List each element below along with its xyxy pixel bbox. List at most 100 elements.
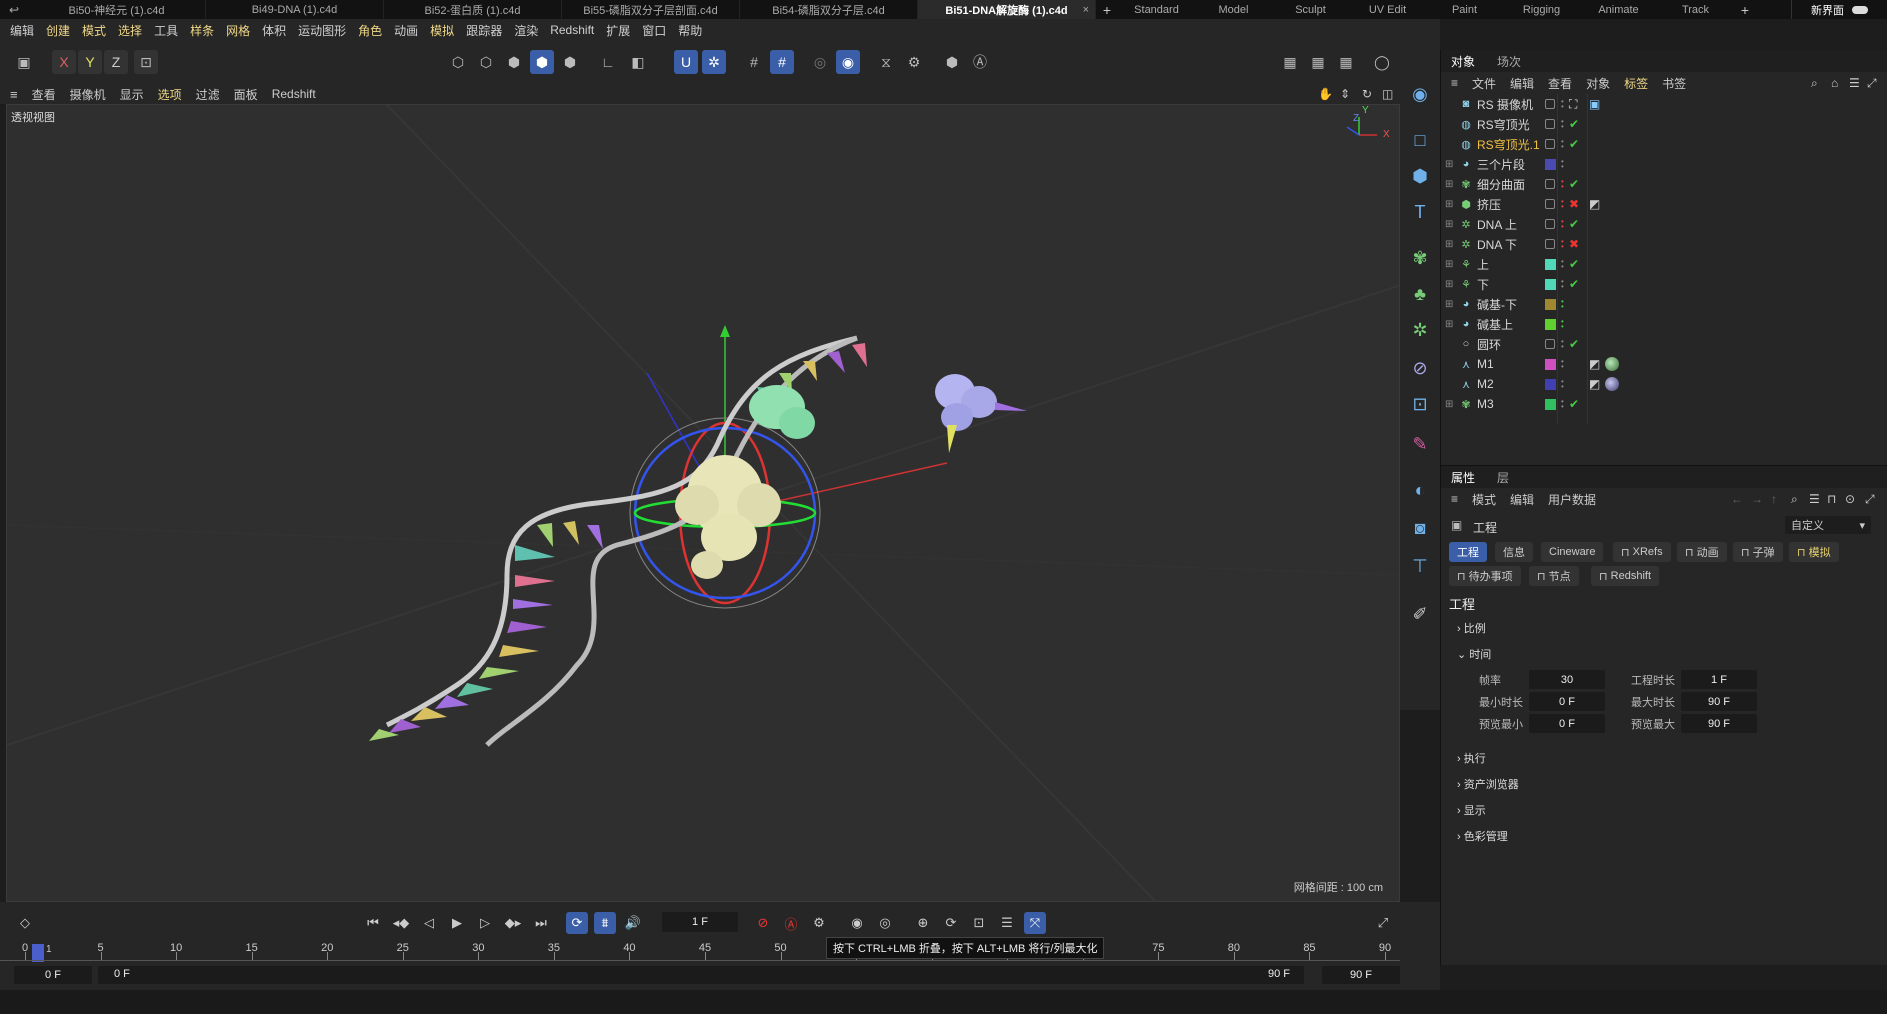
cube-icon[interactable]: ⬢ (1406, 162, 1434, 190)
render-active-icon[interactable]: ▦ (1278, 50, 1302, 74)
layer-color-swatch[interactable] (1545, 298, 1556, 310)
lock-icon[interactable]: ⊓ (1827, 492, 1836, 506)
layout-animate[interactable]: Animate (1580, 0, 1657, 19)
editor-visibility-icon[interactable] (1545, 99, 1555, 109)
vp-menu-options[interactable]: 选项 (158, 86, 182, 103)
tab-bullet[interactable]: ⊓ 子弹 (1733, 542, 1783, 562)
tab-bi49[interactable]: Bi49-DNA (1).c4d (206, 0, 384, 19)
layout-rigging[interactable]: Rigging (1503, 0, 1580, 19)
object-row-base-upper[interactable]: ⊞ ◕ 碱基上 • • (1441, 314, 1887, 334)
symmetry-icon[interactable]: ⧖ (874, 50, 898, 74)
tab-bi55[interactable]: Bi55-磷脂双分子层剖面.c4d (562, 0, 740, 19)
snap-magnet-icon[interactable]: U (674, 50, 698, 74)
section-scale[interactable]: › 比例 (1457, 620, 1486, 636)
model-mode-icon[interactable]: ⬢ (530, 50, 554, 74)
tab-xrefs[interactable]: ⊓ XRefs (1613, 542, 1671, 562)
visibility-dots-icon[interactable]: • • (1561, 318, 1565, 331)
layer-color-swatch[interactable] (1545, 398, 1556, 410)
frame-ruler[interactable]: 051015202530354045505560657075808590 (22, 942, 1391, 962)
object-row-dna-lower[interactable]: ⊞ ✲ DNA 下 • • ✖ (1441, 234, 1887, 254)
menu-simulate[interactable]: 模拟 (430, 22, 454, 39)
object-row-base-lower[interactable]: ⊞ ◕ 碱基-下 • • (1441, 294, 1887, 314)
dolly-icon[interactable]: ⇕ (1340, 87, 1350, 101)
text-icon[interactable]: T (1406, 198, 1434, 226)
menu-render[interactable]: 渲染 (514, 22, 538, 39)
axis-z-button[interactable]: Z (104, 50, 128, 74)
axis-mode-icon[interactable]: ∟ (596, 50, 620, 74)
field-icon[interactable]: ⊡ (1406, 390, 1434, 418)
new-ui-button[interactable]: 新界面 (1791, 0, 1887, 19)
object-row-rs-camera[interactable]: ◙ RS 摄像机 • • ⛶ ▣ (1441, 94, 1887, 114)
autokey-icon[interactable]: Ⓐ (780, 912, 802, 934)
editor-visibility-icon[interactable] (1545, 219, 1555, 229)
visibility-dots-icon[interactable]: • • (1561, 198, 1565, 211)
expand-toggle-icon[interactable]: ⊞ (1445, 239, 1455, 250)
cube-outline-icon[interactable]: □ (1406, 126, 1434, 154)
add-layout-button[interactable]: + (1734, 0, 1756, 19)
cloner-icon[interactable]: ✾ (1406, 244, 1434, 272)
home-icon[interactable]: ⌂ (1831, 76, 1838, 90)
layer-color-swatch[interactable] (1545, 158, 1556, 170)
menu-spline[interactable]: 样条 (190, 22, 214, 39)
layer-color-swatch[interactable] (1545, 258, 1556, 270)
menu-help[interactable]: 帮助 (678, 22, 702, 39)
menu-window[interactable]: 窗口 (642, 22, 666, 39)
tab-redshift[interactable]: ⊓ Redshift (1591, 566, 1659, 586)
back-arrow-icon[interactable]: ← (1731, 492, 1743, 506)
grid-icon[interactable]: # (742, 50, 766, 74)
auto-icon[interactable]: Ⓐ (968, 50, 992, 74)
camera-icon[interactable]: ◙ (1406, 514, 1434, 542)
editor-visibility-icon[interactable] (1545, 179, 1555, 189)
back-icon[interactable]: ↩ (0, 0, 28, 19)
prev-frame-icon[interactable]: ◁ (418, 912, 440, 934)
tab-bi52[interactable]: Bi52-蛋白质 (1).c4d (384, 0, 562, 19)
visibility-dots-icon[interactable]: • • (1561, 298, 1565, 311)
toggle-icon[interactable] (1852, 5, 1868, 14)
editor-visibility-icon[interactable] (1545, 199, 1555, 209)
menu-animate[interactable]: 动画 (394, 22, 418, 39)
section-time[interactable]: ⌄ 时间 (1457, 646, 1491, 662)
layout-track[interactable]: Track (1657, 0, 1734, 19)
material-tag-icon[interactable] (1605, 357, 1619, 371)
render-settings-icon[interactable]: ▦ (1334, 50, 1358, 74)
key-settings-icon[interactable]: ⚙ (808, 912, 830, 934)
light-icon[interactable]: ◐ (1406, 476, 1434, 504)
key-lock-icon[interactable]: ◉ (846, 912, 868, 934)
search-icon[interactable]: ⌕ (1811, 76, 1818, 91)
enabled-check-icon[interactable]: ✔ (1569, 397, 1579, 411)
sound-icon[interactable]: 🔊 (622, 912, 644, 934)
hamburger-icon[interactable]: ≡ (1451, 492, 1458, 506)
layout-model[interactable]: Model (1195, 0, 1272, 19)
maximize-view-icon[interactable]: ◫ (1382, 87, 1393, 101)
up-arrow-icon[interactable]: ↑ (1771, 492, 1777, 506)
texture-mode-icon[interactable]: ◧ (626, 50, 650, 74)
project-time-input[interactable]: 1 F (1681, 670, 1757, 689)
visibility-dots-icon[interactable]: • • (1561, 158, 1565, 171)
expand-toggle-icon[interactable]: ⊞ (1445, 259, 1455, 270)
object-row-ring[interactable]: ○ 圆环 • • ✔ (1441, 334, 1887, 354)
range-slider[interactable]: 0 F 90 F (98, 966, 1304, 984)
enabled-check-icon[interactable]: ✔ (1569, 217, 1579, 231)
object-row-m1[interactable]: ⋏ M1 • • ◩ (1441, 354, 1887, 374)
start-frame-field[interactable]: 0 F (14, 966, 92, 984)
workplane-icon[interactable]: # (770, 50, 794, 74)
expand-panel-icon[interactable]: ⤢ (1865, 492, 1875, 507)
hamburger-icon[interactable]: ≡ (10, 87, 18, 102)
expand-toggle-icon[interactable]: ⊞ (1445, 219, 1455, 230)
enabled-check-icon[interactable]: ✔ (1569, 117, 1579, 131)
symmetry-settings-icon[interactable]: ⚙ (902, 50, 926, 74)
vp-menu-view[interactable]: 查看 (32, 86, 56, 103)
vp-menu-redshift[interactable]: Redshift (272, 87, 316, 101)
visibility-dots-icon[interactable]: • • (1561, 278, 1565, 291)
prev-key-icon[interactable]: ◂◆ (390, 912, 412, 934)
tag-icon[interactable]: ◩ (1589, 197, 1600, 211)
tab-layers[interactable]: 层 (1497, 469, 1509, 486)
object-row-m3[interactable]: ⊞ ✾ M3 • • ✔ (1441, 394, 1887, 414)
vp-menu-camera[interactable]: 摄像机 (70, 86, 106, 103)
object-row-extrude[interactable]: ⊞ ⬢ 挤压 • • ✖ ◩ (1441, 194, 1887, 214)
playback-rate-icon[interactable]: ⩩ (594, 912, 616, 934)
enabled-check-icon[interactable]: ✔ (1569, 277, 1579, 291)
om-menu-bookmarks[interactable]: 书签 (1662, 75, 1686, 92)
editor-visibility-icon[interactable] (1545, 139, 1555, 149)
editor-visibility-icon[interactable] (1545, 239, 1555, 249)
